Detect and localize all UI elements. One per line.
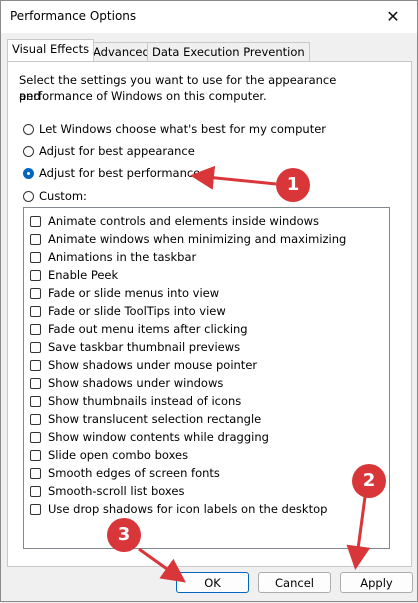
performance-options-dialog: Performance Options ✕ Visual Effects Adv… [0, 0, 418, 602]
annotation-marker-2: 2 [352, 464, 386, 498]
annotation-arrows [138, 165, 371, 583]
annotation-marker-1: 1 [276, 168, 310, 202]
arrow-to-ok [138, 547, 186, 583]
tab-visual-effects[interactable]: Visual Effects [7, 39, 95, 61]
arrow-to-best-performance [190, 165, 277, 190]
annotation-marker-3: 3 [107, 518, 141, 552]
arrow-to-apply [346, 496, 371, 570]
